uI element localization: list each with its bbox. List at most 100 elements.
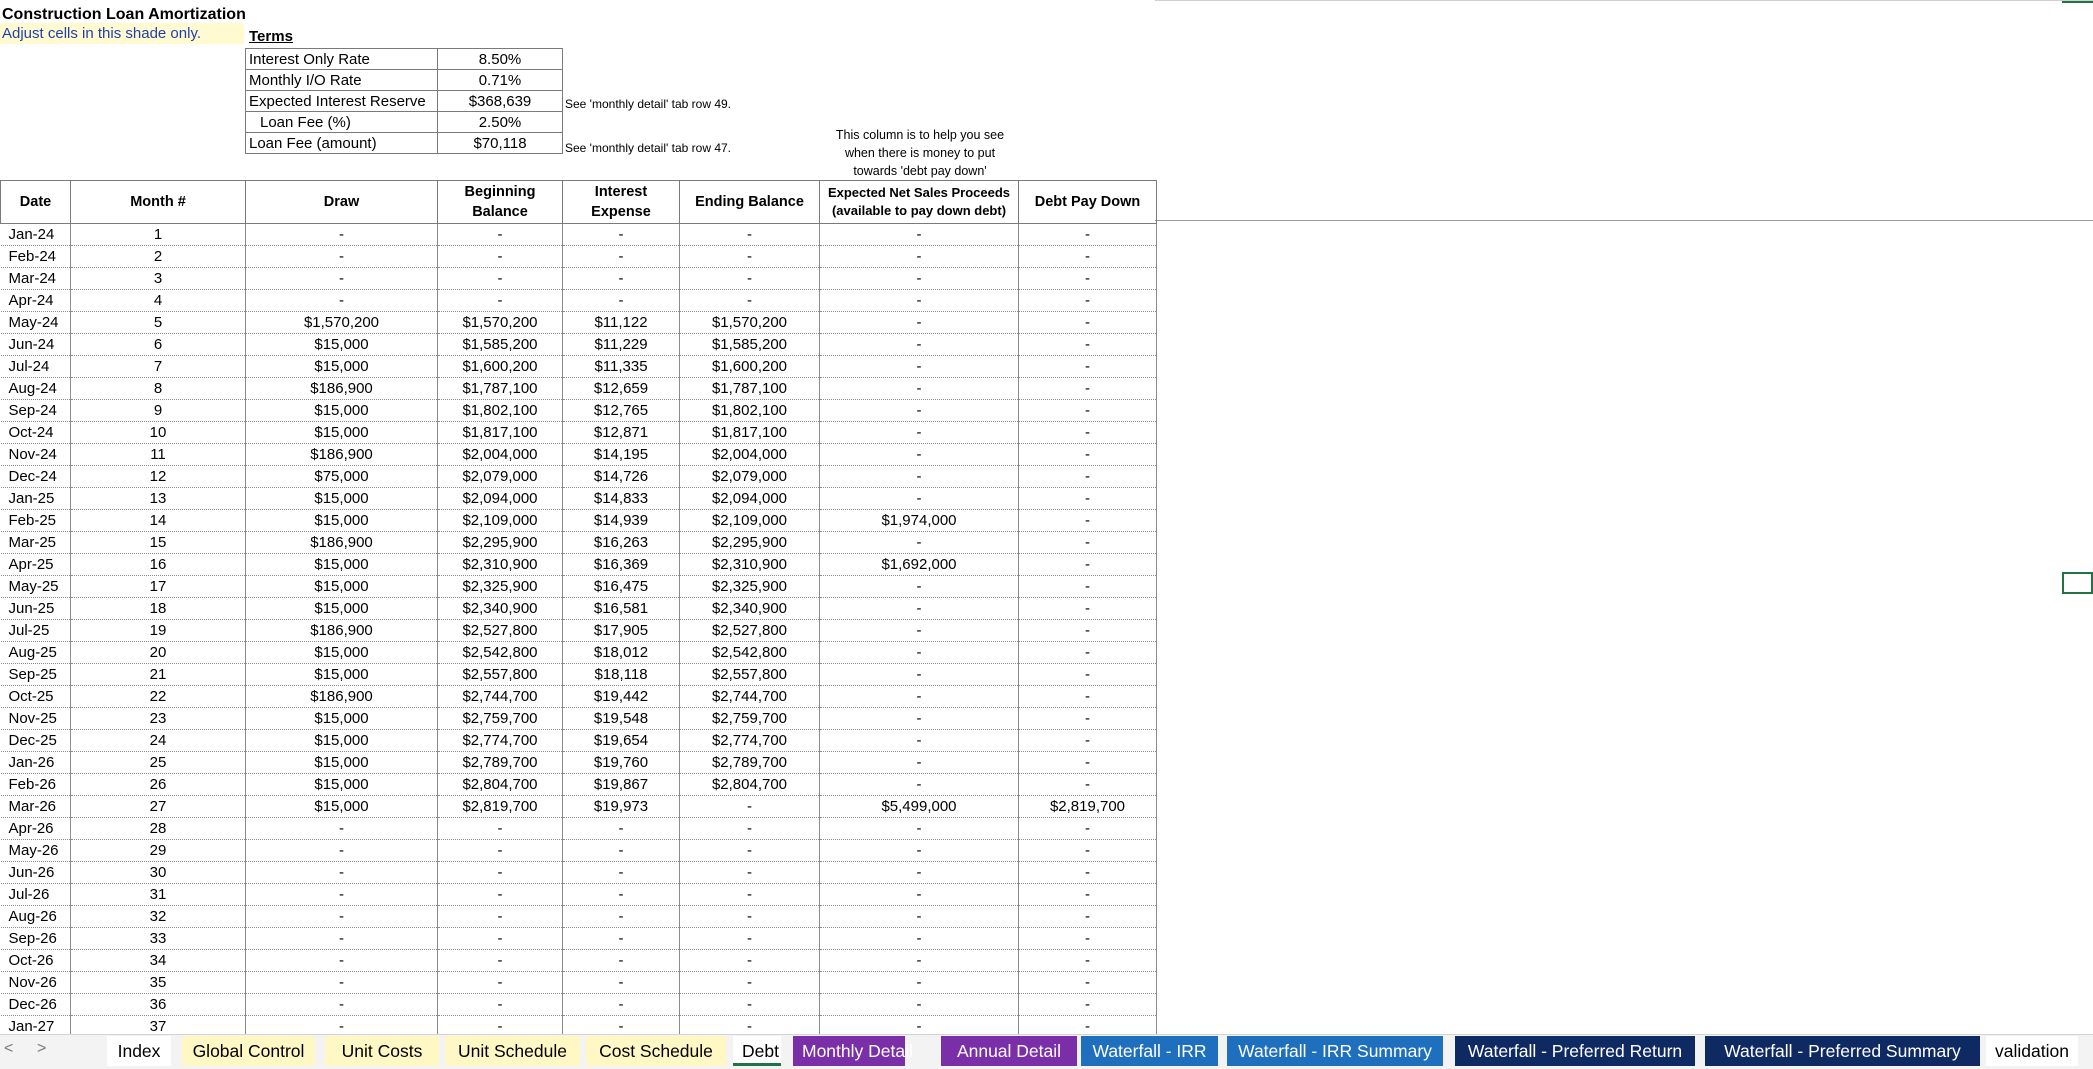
cell-beginning-balance[interactable]: - — [437, 993, 563, 1016]
cell-debt-pay-down[interactable]: - — [1018, 817, 1157, 840]
cell-month[interactable]: 35 — [70, 971, 246, 994]
header-month[interactable]: Month # — [70, 180, 246, 224]
cell-net-sales-proceeds[interactable]: - — [819, 839, 1019, 862]
cell-ending-balance[interactable]: $2,527,800 — [679, 619, 820, 642]
cell-interest-expense[interactable]: $14,939 — [562, 509, 680, 532]
tab-monthly-detail[interactable]: Monthly Detail — [793, 1036, 913, 1066]
cell-date[interactable]: Dec-24 — [0, 465, 71, 488]
cell-draw[interactable]: - — [245, 245, 438, 268]
cell-debt-pay-down[interactable]: - — [1018, 729, 1157, 752]
cell-net-sales-proceeds[interactable]: $5,499,000 — [819, 795, 1019, 818]
cell-month[interactable]: 17 — [70, 575, 246, 598]
cell-draw[interactable]: - — [245, 289, 438, 312]
cell-beginning-balance[interactable]: $2,109,000 — [437, 509, 563, 532]
cell-net-sales-proceeds[interactable]: - — [819, 311, 1019, 334]
cell-ending-balance[interactable]: $2,079,000 — [679, 465, 820, 488]
cell-debt-pay-down[interactable]: - — [1018, 465, 1157, 488]
term-value[interactable]: $70,118 — [437, 132, 563, 154]
cell-month[interactable]: 34 — [70, 949, 246, 972]
cell-ending-balance[interactable]: $1,600,200 — [679, 355, 820, 378]
cell-ending-balance[interactable]: $2,744,700 — [679, 685, 820, 708]
cell-date[interactable]: Mar-25 — [0, 531, 71, 554]
cell-date[interactable]: Feb-25 — [0, 509, 71, 532]
cell-interest-expense[interactable]: $14,833 — [562, 487, 680, 510]
cell-net-sales-proceeds[interactable]: - — [819, 817, 1019, 840]
cell-date[interactable]: Mar-26 — [0, 795, 71, 818]
cell-interest-expense[interactable]: $19,760 — [562, 751, 680, 774]
cell-interest-expense[interactable]: $12,765 — [562, 399, 680, 422]
cell-debt-pay-down[interactable]: - — [1018, 949, 1157, 972]
cell-ending-balance[interactable]: $2,542,800 — [679, 641, 820, 664]
cell-ending-balance[interactable]: $2,804,700 — [679, 773, 820, 796]
cell-debt-pay-down[interactable]: - — [1018, 575, 1157, 598]
cell-draw[interactable]: - — [245, 223, 438, 246]
cell-net-sales-proceeds[interactable]: - — [819, 597, 1019, 620]
cell-month[interactable]: 30 — [70, 861, 246, 884]
cell-month[interactable]: 2 — [70, 245, 246, 268]
cell-beginning-balance[interactable]: - — [437, 949, 563, 972]
cell-month[interactable]: 29 — [70, 839, 246, 862]
cell-date[interactable]: Dec-25 — [0, 729, 71, 752]
cell-ending-balance[interactable]: $1,787,100 — [679, 377, 820, 400]
cell-month[interactable]: 3 — [70, 267, 246, 290]
cell-date[interactable]: Mar-24 — [0, 267, 71, 290]
cell-interest-expense[interactable]: $11,122 — [562, 311, 680, 334]
cell-beginning-balance[interactable]: - — [437, 817, 563, 840]
cell-ending-balance[interactable]: $1,802,100 — [679, 399, 820, 422]
cell-month[interactable]: 4 — [70, 289, 246, 312]
cell-debt-pay-down[interactable]: - — [1018, 289, 1157, 312]
cell-date[interactable]: Aug-24 — [0, 377, 71, 400]
cell-month[interactable]: 1 — [70, 223, 246, 246]
cell-net-sales-proceeds[interactable]: - — [819, 993, 1019, 1016]
tab-unit-costs[interactable]: Unit Costs — [325, 1036, 439, 1066]
cell-draw[interactable]: - — [245, 883, 438, 906]
cell-beginning-balance[interactable]: $1,600,200 — [437, 355, 563, 378]
cell-ending-balance[interactable]: $1,585,200 — [679, 333, 820, 356]
cell-ending-balance[interactable]: $2,295,900 — [679, 531, 820, 554]
cell-net-sales-proceeds[interactable]: - — [819, 443, 1019, 466]
cell-ending-balance[interactable]: - — [679, 993, 820, 1016]
cell-draw[interactable]: $15,000 — [245, 641, 438, 664]
cell-ending-balance[interactable]: $2,340,900 — [679, 597, 820, 620]
cell-net-sales-proceeds[interactable]: - — [819, 531, 1019, 554]
cell-ending-balance[interactable]: - — [679, 267, 820, 290]
cell-beginning-balance[interactable]: $2,325,900 — [437, 575, 563, 598]
cell-draw[interactable]: - — [245, 971, 438, 994]
cell-month[interactable]: 12 — [70, 465, 246, 488]
cell-interest-expense[interactable]: - — [562, 927, 680, 950]
cell-month[interactable]: 32 — [70, 905, 246, 928]
cell-interest-expense[interactable]: $19,973 — [562, 795, 680, 818]
cell-ending-balance[interactable]: - — [679, 883, 820, 906]
cell-month[interactable]: 9 — [70, 399, 246, 422]
cell-interest-expense[interactable]: - — [562, 817, 680, 840]
cell-month[interactable]: 5 — [70, 311, 246, 334]
cell-beginning-balance[interactable]: - — [437, 883, 563, 906]
cell-ending-balance[interactable]: - — [679, 905, 820, 928]
cell-date[interactable]: Jan-25 — [0, 487, 71, 510]
cell-date[interactable]: Aug-26 — [0, 905, 71, 928]
cell-ending-balance[interactable]: $2,789,700 — [679, 751, 820, 774]
cell-interest-expense[interactable]: $17,905 — [562, 619, 680, 642]
cell-beginning-balance[interactable]: - — [437, 861, 563, 884]
tab-index[interactable]: Index — [107, 1036, 171, 1066]
cell-interest-expense[interactable]: $16,475 — [562, 575, 680, 598]
cell-interest-expense[interactable]: $12,659 — [562, 377, 680, 400]
cell-month[interactable]: 28 — [70, 817, 246, 840]
tab-scroll-right-icon[interactable]: > — [37, 1040, 46, 1058]
cell-month[interactable]: 24 — [70, 729, 246, 752]
cell-interest-expense[interactable]: $19,867 — [562, 773, 680, 796]
term-label[interactable]: Loan Fee (amount) — [245, 132, 438, 154]
cell-beginning-balance[interactable]: $2,804,700 — [437, 773, 563, 796]
cell-ending-balance[interactable]: $1,570,200 — [679, 311, 820, 334]
cell-month[interactable]: 31 — [70, 883, 246, 906]
cell-beginning-balance[interactable]: - — [437, 289, 563, 312]
cell-beginning-balance[interactable]: $1,802,100 — [437, 399, 563, 422]
cell-interest-expense[interactable]: $16,581 — [562, 597, 680, 620]
cell-month[interactable]: 18 — [70, 597, 246, 620]
term-value[interactable]: $368,639 — [437, 90, 563, 112]
cell-beginning-balance[interactable]: - — [437, 245, 563, 268]
tab-waterfall-irr[interactable]: Waterfall - IRR — [1081, 1036, 1218, 1066]
cell-ending-balance[interactable]: - — [679, 223, 820, 246]
term-label[interactable]: Expected Interest Reserve — [245, 90, 438, 112]
cell-net-sales-proceeds[interactable]: - — [819, 641, 1019, 664]
